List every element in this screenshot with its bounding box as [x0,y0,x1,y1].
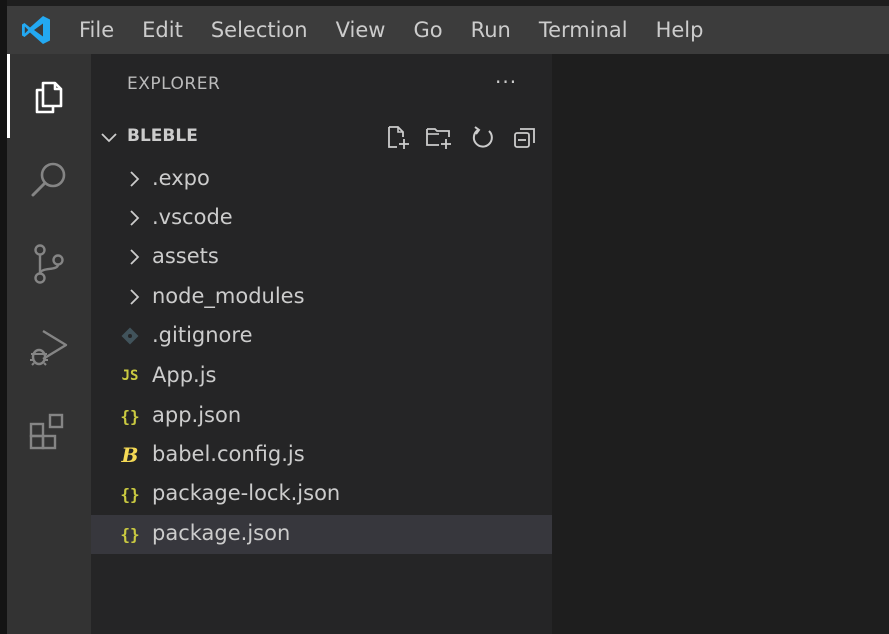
tree-file-app-js[interactable]: JS App.js [91,357,552,396]
menu-view[interactable]: View [322,6,400,54]
sidebar-title: EXPLORER [127,74,221,94]
collapse-all-icon [514,128,535,148]
tree-folder-vscode[interactable]: .vscode [91,199,552,238]
activity-extensions[interactable] [7,390,91,474]
tree-folder-expo[interactable]: .expo [91,160,552,199]
refresh-button[interactable] [469,124,497,152]
window-edge [0,0,7,634]
explorer-icon [35,81,63,114]
menu-go[interactable]: Go [399,6,456,54]
tree-file-package-json[interactable]: {} package.json [91,515,552,554]
tree-label: app.json [152,403,242,427]
activity-explorer[interactable] [7,54,91,138]
tree-label: .gitignore [152,323,253,347]
tree-file-babel-config[interactable]: B babel.config.js [91,436,552,475]
git-file-icon [117,323,143,349]
activity-source-control[interactable] [7,222,91,306]
new-file-icon [388,126,409,149]
tree-label: package.json [152,521,291,545]
chevron-down-icon [101,133,117,143]
tree-label: .vscode [152,205,233,229]
babel-file-icon: B [121,443,139,467]
editor-area[interactable] [552,54,889,634]
activity-run-debug[interactable] [7,306,91,390]
menu-terminal[interactable]: Terminal [525,6,642,54]
new-folder-button[interactable] [425,124,453,152]
menu-bar: File Edit Selection View Go Run Terminal… [7,6,889,54]
chevron-right-icon [121,205,147,231]
tree-folder-assets[interactable]: assets [91,238,552,277]
activity-bar [7,54,91,634]
json-file-icon: {} [120,406,140,426]
tree-label: .expo [152,166,210,190]
search-icon [31,162,66,197]
collapse-all-button[interactable] [511,124,539,152]
js-file-icon: JS [121,368,139,384]
run-debug-icon [30,329,68,366]
workspace-name: BLEBLE [127,126,198,146]
activity-search[interactable] [7,138,91,222]
workspace-root[interactable]: BLEBLE [91,118,552,156]
vscode-logo-icon [7,6,65,54]
json-file-icon: {} [120,524,140,544]
chevron-right-icon [121,244,147,270]
extensions-icon [29,413,64,450]
new-file-button[interactable] [384,124,412,152]
json-file-icon: {} [120,484,140,504]
source-control-icon [34,244,64,284]
new-folder-icon [426,128,451,149]
chevron-right-icon [121,284,147,310]
menu-run[interactable]: Run [457,6,525,54]
tree-label: node_modules [152,284,305,308]
tree-label: package-lock.json [152,481,341,505]
menu-selection[interactable]: Selection [197,6,322,54]
tree-folder-node-modules[interactable]: node_modules [91,278,552,317]
tree-label: App.js [152,363,217,387]
menu-help[interactable]: Help [642,6,718,54]
explorer-sidebar: EXPLORER ··· BLEBLE .expo .vscode assets… [91,54,552,634]
chevron-right-icon [121,166,147,192]
vscode-window: File Edit Selection View Go Run Terminal… [0,0,889,634]
tree-label: assets [152,244,219,268]
tree-file-package-lock-json[interactable]: {} package-lock.json [91,475,552,514]
menu-file[interactable]: File [65,6,128,54]
tree-file-gitignore[interactable]: .gitignore [91,317,552,356]
active-indicator [7,54,10,138]
menu-edit[interactable]: Edit [128,6,197,54]
tree-file-app-json[interactable]: {} app.json [91,397,552,436]
refresh-icon [472,126,493,148]
tree-label: babel.config.js [152,442,305,466]
more-actions-icon[interactable]: ··· [495,70,517,94]
